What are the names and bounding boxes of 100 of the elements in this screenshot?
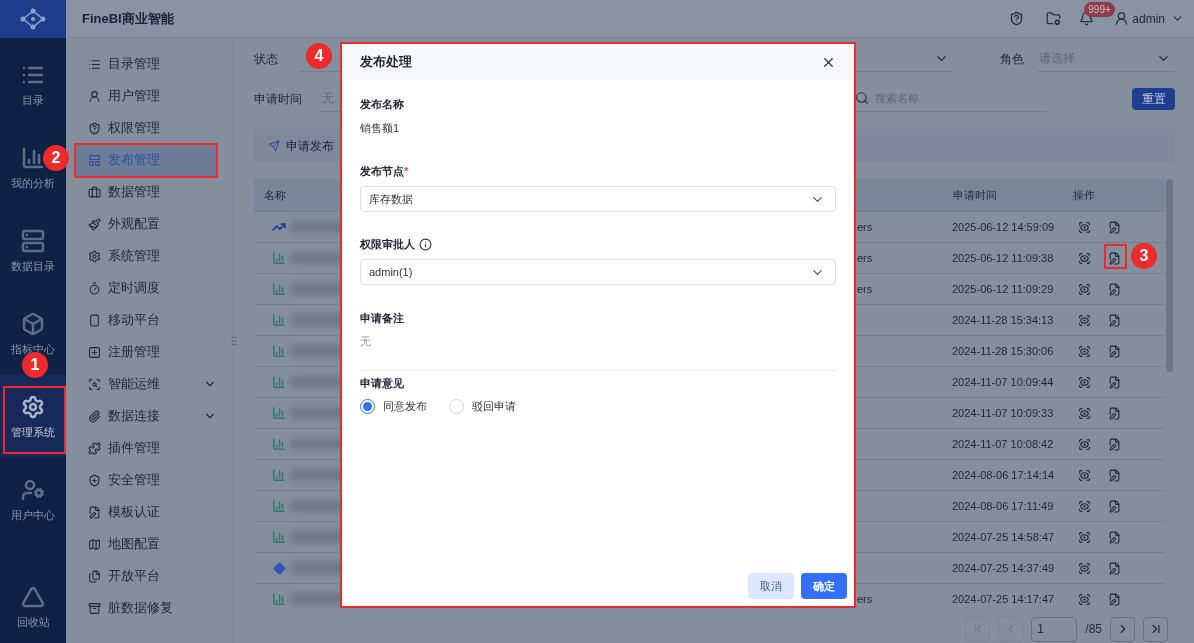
edit-icon[interactable] <box>1108 468 1121 482</box>
rail-label[interactable]: 目录 <box>22 92 44 107</box>
nav-item[interactable]: 注册管理 <box>74 336 217 368</box>
view-icon[interactable] <box>1078 282 1091 296</box>
select-field[interactable]: 库存数据 <box>360 186 836 212</box>
table-cell: ers <box>857 220 873 233</box>
info-icon[interactable] <box>419 237 432 251</box>
table-cell-text: 2024-08-06 17:11:49 <box>952 498 1055 514</box>
view-icon[interactable] <box>1078 468 1091 482</box>
nav-item[interactable]: 插件管理 <box>74 432 217 464</box>
view-icon[interactable] <box>1078 313 1091 327</box>
edit-icon[interactable] <box>1108 561 1121 575</box>
view-icon[interactable] <box>1078 561 1091 575</box>
table-cell-text: 2024-11-28 15:30:06 <box>952 343 1055 359</box>
server-icon[interactable] <box>21 228 45 253</box>
view-icon[interactable] <box>1078 375 1091 389</box>
edit-icon[interactable] <box>1108 406 1121 420</box>
notification-badge: 999+ <box>1084 2 1115 17</box>
edit-icon[interactable] <box>1108 313 1121 327</box>
bar-chart-icon <box>272 375 286 389</box>
bar-chart-icon <box>272 282 286 296</box>
search-icon <box>855 91 869 105</box>
edit-icon[interactable] <box>1108 251 1121 265</box>
view-icon[interactable] <box>1078 251 1091 265</box>
bell-icon[interactable] <box>1079 11 1095 26</box>
drag-handle-icon[interactable] <box>228 335 240 347</box>
confirm-button[interactable]: 确定 <box>801 573 847 599</box>
rail-footer[interactable]: 回收站 <box>0 571 66 643</box>
cancel-button[interactable]: 取消 <box>748 573 794 599</box>
chart-icon[interactable] <box>21 145 45 170</box>
rail-label[interactable]: 数据目录 <box>11 258 55 273</box>
user-icon[interactable] <box>1114 11 1130 26</box>
view-icon[interactable] <box>1078 499 1091 513</box>
pager-button[interactable] <box>1110 616 1135 642</box>
highlight-frame <box>1104 244 1127 269</box>
square-plus-icon <box>88 345 101 359</box>
nav-item[interactable]: 脏数据修复 <box>74 592 217 624</box>
nav-item[interactable]: 地图配置 <box>74 528 217 560</box>
puzzle-icon <box>88 441 101 455</box>
view-icon[interactable] <box>1078 530 1091 544</box>
nav-item[interactable]: 定时调度 <box>74 272 217 304</box>
view-icon[interactable] <box>1078 344 1091 358</box>
radio-option[interactable]: 驳回申请 <box>449 398 516 415</box>
nav-item[interactable]: 模板认证 <box>74 496 217 528</box>
user-icon[interactable] <box>21 477 45 502</box>
bar-chart-icon <box>272 251 286 265</box>
nav-item[interactable]: 外观配置 <box>74 208 217 240</box>
gear-icon[interactable] <box>21 394 45 419</box>
nav-item[interactable]: 开放平台 <box>74 560 217 592</box>
shield-icon[interactable] <box>1009 11 1025 26</box>
nav-item[interactable]: 安全管理 <box>74 464 217 496</box>
view-icon[interactable] <box>1078 592 1091 606</box>
shield-plus-icon <box>88 473 101 487</box>
edit-icon[interactable] <box>1108 344 1121 358</box>
view-icon[interactable] <box>1078 406 1091 420</box>
bar-chart-icon <box>272 499 286 513</box>
edit-icon[interactable] <box>1108 530 1121 544</box>
edit-icon[interactable] <box>1108 282 1121 296</box>
table-cell-text: 2024-11-07 10:09:44 <box>952 374 1055 390</box>
bar-chart-icon <box>272 344 286 358</box>
table-cell-text: 2024-11-28 15:34:13 <box>952 312 1055 328</box>
user-name[interactable]: admin <box>1132 9 1165 28</box>
reset-button[interactable]: 重置 <box>1132 87 1175 110</box>
page-input[interactable]: 1 <box>1031 616 1078 642</box>
edit-icon[interactable] <box>1108 375 1121 389</box>
field-label: 发布节点* <box>360 163 409 179</box>
folder-gear-icon[interactable] <box>1046 11 1062 26</box>
edit-icon[interactable] <box>1108 220 1121 234</box>
logo-icon <box>20 8 46 30</box>
view-icon[interactable] <box>1078 437 1091 451</box>
edit-icon[interactable] <box>1108 499 1121 513</box>
view-icon[interactable] <box>1078 220 1091 234</box>
pager-button[interactable] <box>1143 616 1168 642</box>
nav-item[interactable]: 数据管理 <box>74 176 217 208</box>
select-field[interactable]: admin(1) <box>360 259 836 285</box>
scrollbar[interactable] <box>1166 179 1173 372</box>
rail-label[interactable]: 我的分析 <box>11 175 55 190</box>
nav-item[interactable]: 移动平台 <box>74 304 217 336</box>
user-icon <box>88 89 101 103</box>
list-icon <box>88 57 101 71</box>
shield-icon <box>88 121 101 135</box>
nav-item[interactable]: 权限管理 <box>74 112 217 144</box>
scan-icon <box>88 377 101 391</box>
bar-chart-icon <box>272 468 286 482</box>
radio-option[interactable]: 同意发布 <box>360 398 427 415</box>
nav-item[interactable]: 目录管理 <box>74 48 217 80</box>
edit-icon[interactable] <box>1108 592 1121 606</box>
table-cell-text: 2024-07-25 14:17:47 <box>952 591 1056 607</box>
edit-icon[interactable] <box>1108 437 1121 451</box>
nav-item[interactable]: 数据连接 <box>74 400 217 432</box>
nav-item[interactable]: 系统管理 <box>74 240 217 272</box>
column-header: 操作 <box>1073 187 1096 203</box>
timer-icon <box>88 281 101 295</box>
rail-label[interactable]: 用户中心 <box>11 507 55 522</box>
rail-item[interactable]: 管理系统 <box>0 375 66 458</box>
paperclip-icon <box>88 409 101 423</box>
phone-icon <box>88 313 101 327</box>
nav-item[interactable]: 用户管理 <box>74 80 217 112</box>
nav-item[interactable]: 智能运维 <box>74 368 217 400</box>
cube-icon[interactable] <box>21 311 45 336</box>
